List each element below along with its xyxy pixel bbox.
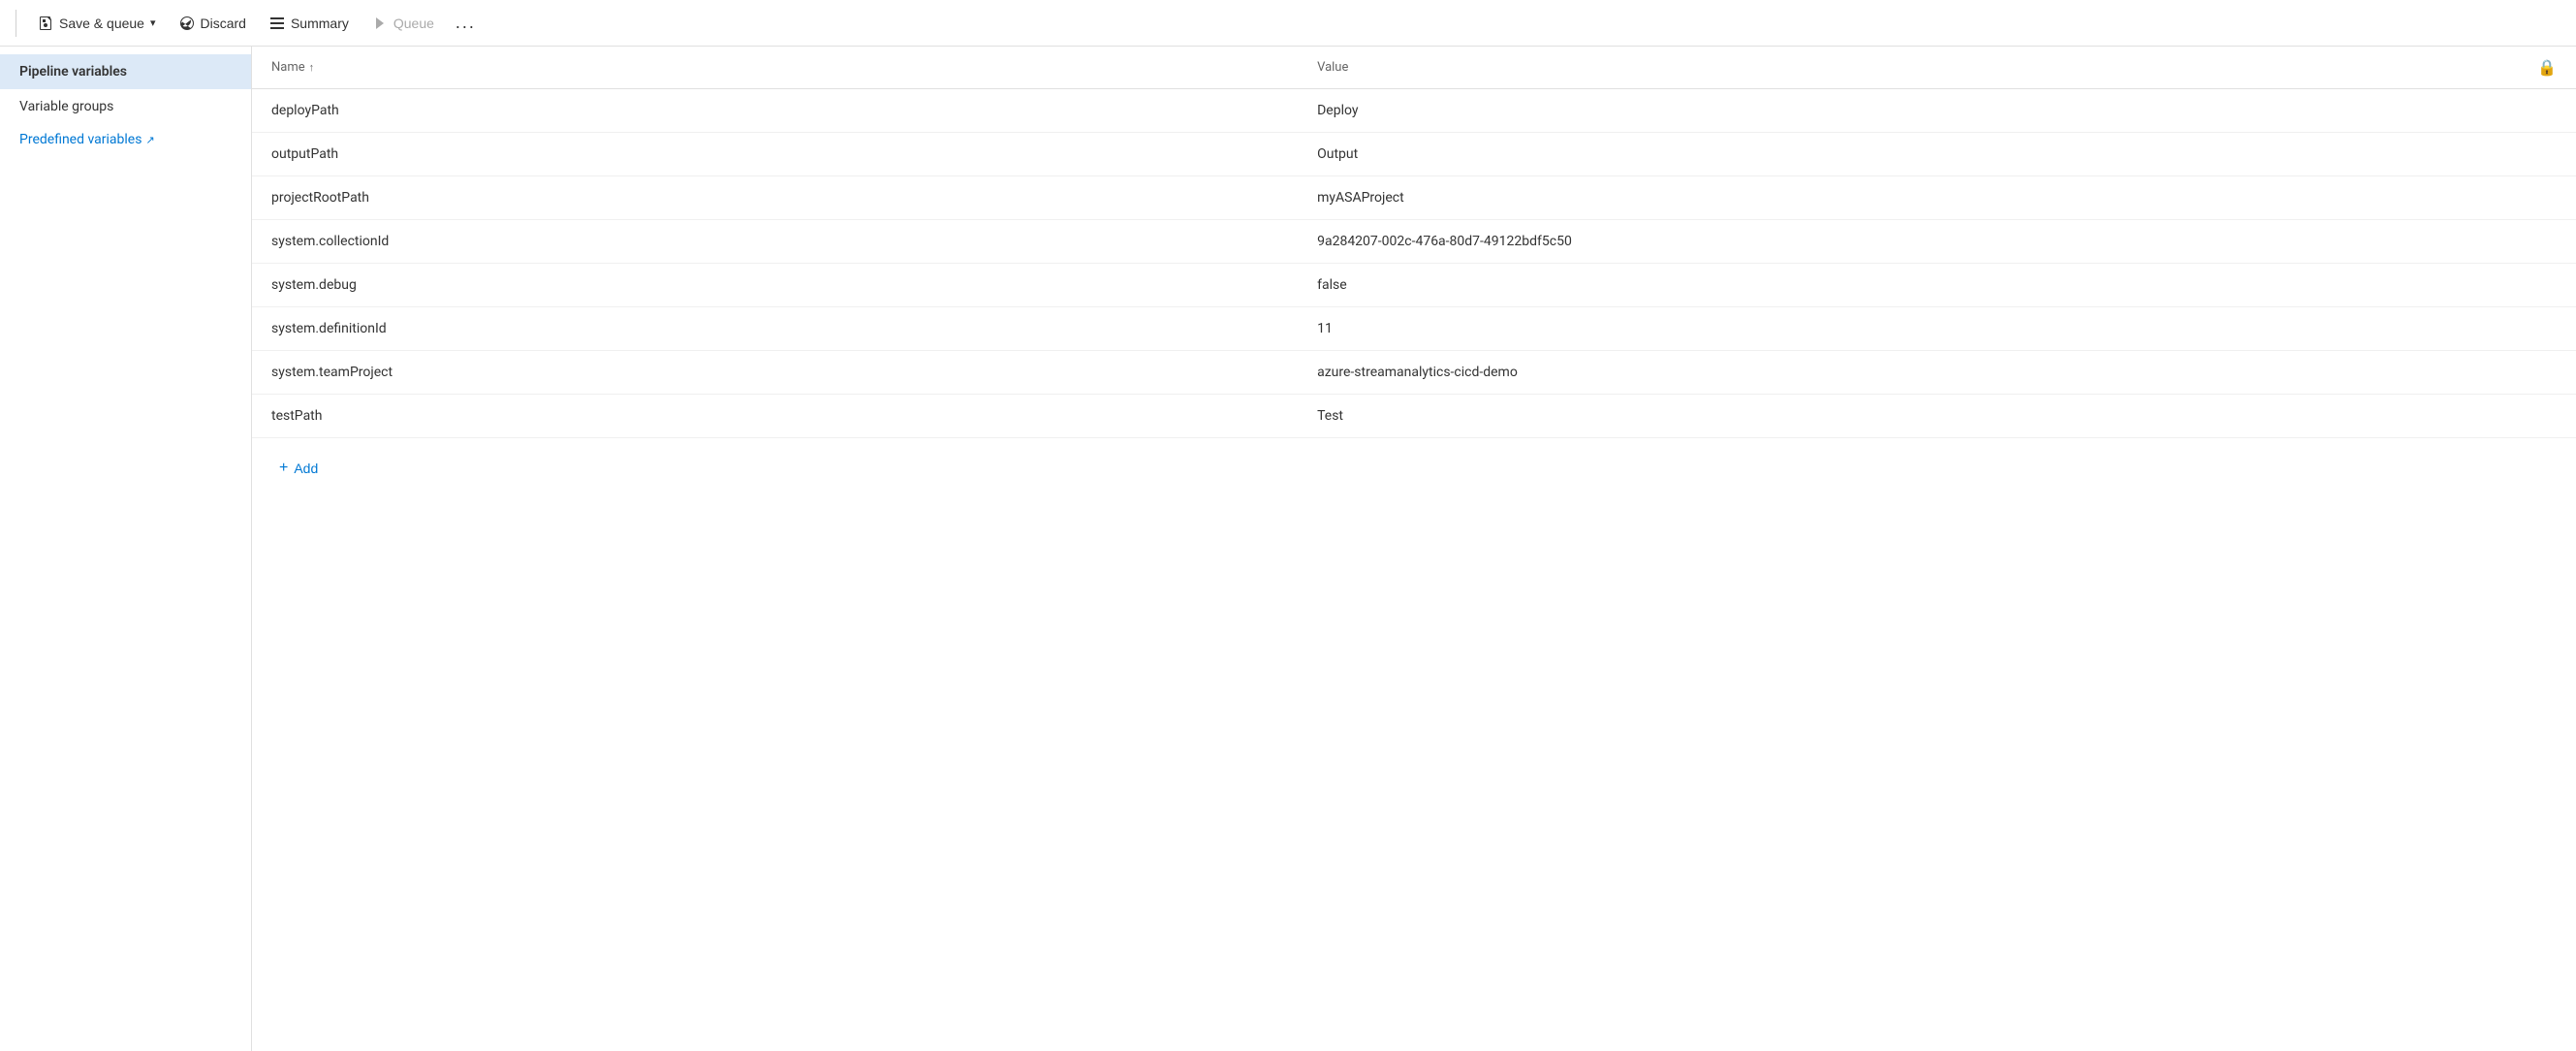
add-label: Add xyxy=(294,461,318,476)
variable-lock-cell xyxy=(2460,264,2576,307)
variable-name-cell: deployPath xyxy=(252,89,1298,133)
table-row: system.definitionId 11 xyxy=(252,307,2576,351)
predefined-variables-link[interactable]: Predefined variables ↗ xyxy=(0,124,251,155)
sidebar-item-variable-groups[interactable]: Variable groups xyxy=(0,89,251,124)
variable-value-cell: Output xyxy=(1298,133,2460,176)
table-row: projectRootPath myASAProject xyxy=(252,176,2576,220)
pipeline-variables-label: Pipeline variables xyxy=(19,64,127,80)
table-row: outputPath Output xyxy=(252,133,2576,176)
table-row: testPath Test xyxy=(252,395,2576,438)
variable-value-cell: myASAProject xyxy=(1298,176,2460,220)
toolbar: Save & queue ▾ Discard Summary Queue ... xyxy=(0,0,2576,47)
discard-label: Discard xyxy=(201,16,246,31)
summary-icon xyxy=(269,16,285,31)
variable-name-cell: outputPath xyxy=(252,133,1298,176)
variable-name-cell: system.debug xyxy=(252,264,1298,307)
more-options-label: ... xyxy=(456,13,476,33)
add-variable-button[interactable]: + Add xyxy=(271,454,326,483)
name-column-header[interactable]: Name↑ xyxy=(252,47,1298,89)
summary-button[interactable]: Summary xyxy=(260,11,359,36)
external-link-icon: ↗ xyxy=(145,134,154,146)
variable-lock-cell xyxy=(2460,307,2576,351)
value-column-header: Value xyxy=(1298,47,2460,89)
more-options-button[interactable]: ... xyxy=(448,8,484,38)
sidebar: Pipeline variables Variable groups Prede… xyxy=(0,47,252,1051)
table-row: system.collectionId 9a284207-002c-476a-8… xyxy=(252,220,2576,264)
discard-icon xyxy=(179,16,195,31)
queue-button[interactable]: Queue xyxy=(362,11,444,36)
variable-name-cell: system.definitionId xyxy=(252,307,1298,351)
discard-button[interactable]: Discard xyxy=(170,11,256,36)
variable-lock-cell xyxy=(2460,89,2576,133)
variable-lock-cell xyxy=(2460,176,2576,220)
queue-icon xyxy=(372,16,388,31)
sidebar-item-pipeline-variables[interactable]: Pipeline variables xyxy=(0,54,251,89)
queue-label: Queue xyxy=(393,16,434,31)
variable-value-cell: Deploy xyxy=(1298,89,2460,133)
variable-lock-cell xyxy=(2460,351,2576,395)
variable-lock-cell xyxy=(2460,395,2576,438)
variable-value-cell: false xyxy=(1298,264,2460,307)
sort-icon: ↑ xyxy=(309,61,315,74)
table-row: system.debug false xyxy=(252,264,2576,307)
table-row: deployPath Deploy xyxy=(252,89,2576,133)
variable-value-cell: Test xyxy=(1298,395,2460,438)
variable-lock-cell xyxy=(2460,133,2576,176)
content-area: Name↑ Value 🔒 deployPath Deploy outputPa… xyxy=(252,47,2576,1051)
table-header-row: Name↑ Value 🔒 xyxy=(252,47,2576,89)
predefined-variables-label: Predefined variables xyxy=(19,132,141,147)
lock-column-header: 🔒 xyxy=(2460,47,2576,89)
variables-table: Name↑ Value 🔒 deployPath Deploy outputPa… xyxy=(252,47,2576,438)
variable-lock-cell xyxy=(2460,220,2576,264)
variable-value-cell: azure-streamanalytics-cicd-demo xyxy=(1298,351,2460,395)
variable-name-cell: testPath xyxy=(252,395,1298,438)
chevron-down-icon: ▾ xyxy=(150,16,156,29)
add-icon: + xyxy=(279,460,288,477)
variable-name-cell: projectRootPath xyxy=(252,176,1298,220)
main-content: Pipeline variables Variable groups Prede… xyxy=(0,47,2576,1051)
variable-value-cell: 9a284207-002c-476a-80d7-49122bdf5c50 xyxy=(1298,220,2460,264)
lock-header-icon: 🔒 xyxy=(2537,58,2557,77)
add-row: + Add xyxy=(252,438,2576,498)
variable-value-cell: 11 xyxy=(1298,307,2460,351)
summary-label: Summary xyxy=(291,16,349,31)
save-queue-label: Save & queue xyxy=(59,16,144,31)
save-icon xyxy=(38,16,53,31)
save-queue-button[interactable]: Save & queue ▾ xyxy=(28,11,166,36)
variable-groups-label: Variable groups xyxy=(19,99,113,114)
table-row: system.teamProject azure-streamanalytics… xyxy=(252,351,2576,395)
variable-name-cell: system.teamProject xyxy=(252,351,1298,395)
variable-name-cell: system.collectionId xyxy=(252,220,1298,264)
